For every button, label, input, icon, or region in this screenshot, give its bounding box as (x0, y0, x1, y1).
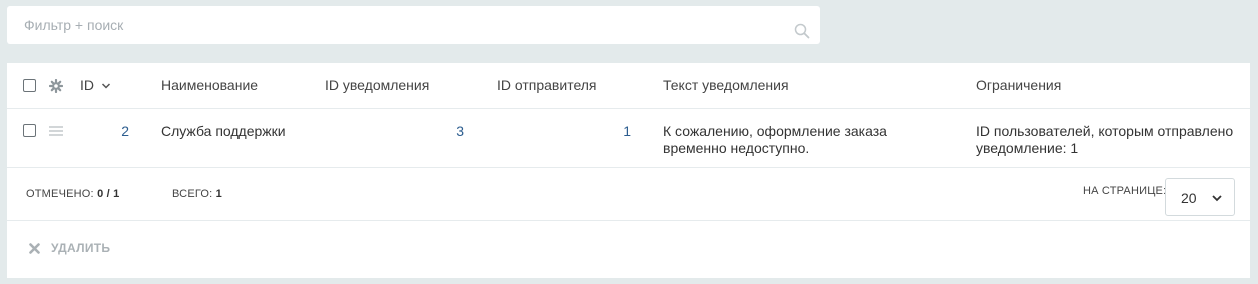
close-icon (29, 243, 40, 254)
bulk-actions: УДАЛИТЬ (7, 221, 1250, 278)
selected-counter: ОТМЕЧЕНО: 0 / 1 (26, 188, 119, 200)
selected-label: ОТМЕЧЕНО: (26, 188, 94, 200)
gear-icon[interactable] (49, 79, 63, 93)
drag-handle-icon[interactable] (49, 126, 63, 136)
per-page-label: НА СТРАНИЦЕ: (1083, 185, 1167, 197)
column-sender-id-header[interactable]: ID отправителя (497, 77, 597, 93)
column-id-label: ID (80, 77, 94, 93)
per-page-value: 20 (1181, 190, 1197, 206)
row-id[interactable]: 2 (77, 123, 129, 140)
total-label: ВСЕГО: (172, 188, 213, 200)
search-bar (7, 6, 820, 44)
column-text-header[interactable]: Текст уведомления (663, 77, 789, 93)
column-id-header[interactable]: ID (80, 77, 111, 93)
search-input[interactable] (7, 6, 820, 44)
row-sender-id[interactable]: 1 (497, 123, 631, 140)
column-notification-id-header[interactable]: ID уведомления (325, 77, 429, 93)
row-text: К сожалению, оформление заказа временно … (663, 123, 887, 156)
total-counter: ВСЕГО: 1 (172, 188, 222, 200)
select-all-checkbox[interactable] (23, 79, 36, 92)
chevron-down-icon (1212, 195, 1222, 202)
row-checkbox[interactable] (23, 124, 36, 137)
delete-label: УДАЛИТЬ (51, 241, 111, 255)
notifications-table-panel: ID Наименование ID уведомления ID отправ… (7, 63, 1250, 278)
chevron-down-icon (101, 83, 110, 89)
column-name-header[interactable]: Наименование (161, 77, 258, 93)
table-row[interactable]: 2 Служба поддержки 3 1 К сожалению, офор… (7, 109, 1250, 168)
row-limits: ID пользователей, которым отправлено уве… (976, 123, 1234, 156)
total-value: 1 (215, 188, 222, 200)
row-notification-id[interactable]: 3 (325, 123, 464, 140)
row-name: Служба поддержки (161, 123, 286, 139)
column-limits-header[interactable]: Ограничения (976, 77, 1061, 93)
search-icon[interactable] (794, 23, 810, 39)
table-header: ID Наименование ID уведомления ID отправ… (7, 63, 1250, 109)
table-footer: ОТМЕЧЕНО: 0 / 1 ВСЕГО: 1 НА СТРАНИЦЕ: 20 (7, 168, 1250, 221)
per-page-select[interactable]: 20 (1165, 178, 1235, 216)
selected-value: 0 / 1 (97, 188, 120, 200)
